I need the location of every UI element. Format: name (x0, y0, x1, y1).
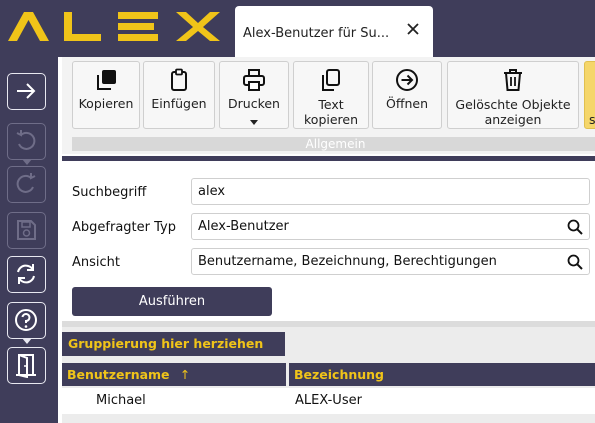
redo-button[interactable] (7, 166, 46, 203)
dropdown-caret (250, 120, 258, 125)
partial-button[interactable]: s (584, 61, 595, 129)
open-label: Öffnen (386, 96, 428, 111)
trash-icon (504, 69, 522, 91)
arrow-right-icon (17, 83, 36, 99)
exit-door-icon (16, 354, 36, 378)
type-field[interactable] (191, 213, 590, 240)
open-arrow-icon (396, 69, 418, 91)
dropdown-caret (22, 338, 32, 344)
undo-icon (16, 130, 36, 150)
ribbon-group-label: Allgemein (72, 137, 595, 151)
column-header-label: Bezeichnung (294, 367, 384, 382)
cell-bezeichnung: ALEX-User (295, 393, 362, 408)
search-icon[interactable] (567, 254, 583, 270)
undo-button[interactable] (7, 123, 46, 165)
search-label: Suchbegriff (72, 185, 147, 200)
copy-text-button[interactable]: Text kopieren (293, 61, 369, 129)
ribbon-toolbar: Kopieren Einfügen Drucken Text kopieren (62, 57, 595, 154)
group-by-panel[interactable]: Gruppierung hier herziehen (62, 332, 285, 356)
type-label: Abgefragter Typ (72, 220, 176, 235)
redo-icon (16, 173, 36, 193)
tab-title: Alex-Benutzer für Su... (243, 26, 390, 41)
show-deleted-button[interactable]: Gelöschte Objekte anzeigen (447, 61, 579, 129)
refresh-icon (17, 264, 35, 284)
divider (62, 156, 595, 161)
table-row[interactable]: Michael ALEX-User (62, 388, 595, 414)
save-icon (17, 220, 36, 240)
exit-button[interactable] (7, 347, 46, 384)
print-button[interactable]: Drucken (219, 61, 289, 129)
search-icon[interactable] (567, 219, 583, 235)
help-button[interactable] (7, 302, 46, 344)
view-input[interactable] (198, 249, 558, 274)
open-button[interactable]: Öffnen (372, 61, 442, 129)
type-input[interactable] (198, 214, 558, 239)
printer-icon (243, 69, 265, 91)
help-icon (15, 309, 37, 331)
top-bar: Alex-Benutzer für Su... (0, 0, 595, 57)
clipboard-icon (171, 68, 187, 91)
sort-ascending-icon: ↑ (179, 367, 191, 382)
main-content: Kopieren Einfügen Drucken Text kopieren (58, 57, 595, 423)
copy-label: Kopieren (78, 96, 134, 111)
sidebar (0, 57, 58, 423)
alex-logo (8, 12, 220, 41)
show-deleted-label: Gelöschte Objekte anzeigen (455, 97, 571, 127)
search-field[interactable] (191, 178, 590, 205)
close-icon[interactable] (405, 21, 421, 37)
view-field[interactable] (191, 248, 590, 275)
copy-icon (97, 70, 116, 90)
paste-button[interactable]: Einfügen (143, 61, 215, 129)
paste-label: Einfügen (151, 96, 207, 111)
copy-button[interactable]: Kopieren (72, 61, 140, 129)
column-header-benutzername[interactable]: Benutzername ↑ (62, 363, 286, 386)
print-label: Drucken (228, 96, 280, 111)
dropdown-caret (22, 159, 32, 165)
cell-benutzername: Michael (96, 393, 146, 408)
copy-text-label: Text kopieren (304, 97, 359, 127)
document-tab[interactable]: Alex-Benutzer für Su... (235, 6, 433, 57)
partial-label: s (589, 112, 595, 127)
column-header-label: Benutzername (67, 367, 170, 382)
run-button[interactable]: Ausführen (72, 287, 272, 316)
forward-button[interactable] (7, 73, 46, 110)
search-input[interactable] (198, 179, 558, 204)
view-label: Ansicht (72, 255, 121, 270)
copy-text-icon (322, 69, 340, 91)
column-header-bezeichnung[interactable]: Bezeichnung (289, 363, 595, 386)
save-button[interactable] (7, 212, 46, 249)
refresh-button[interactable] (7, 256, 46, 293)
